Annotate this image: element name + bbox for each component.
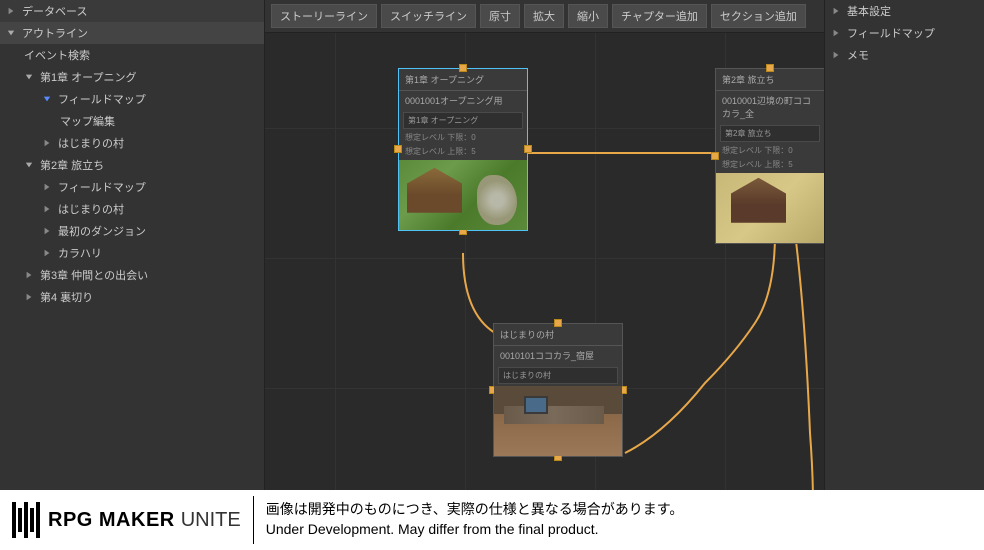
right-label: フィールドマップ (847, 25, 935, 41)
node-level-low: 想定レベル 下限：0 (716, 144, 824, 158)
sidebar-label: 最初のダンジョン (58, 223, 146, 239)
sidebar-label: 第1章 オープニング (40, 69, 137, 85)
node-canvas[interactable]: 第1章 オープニング 0001001オープニング用 第1章 オープニング 想定レ… (265, 33, 824, 490)
footer-logo: RPG MAKER UNITE (0, 502, 253, 538)
sidebar-label: マップ編集 (60, 113, 115, 129)
node-port-icon[interactable] (554, 319, 562, 327)
chevron-right-icon (42, 204, 52, 214)
node-title: 第1章 オープニング (399, 69, 527, 91)
right-label: メモ (847, 47, 869, 63)
sidebar-chapter-1[interactable]: 第1章 オープニング (0, 66, 264, 88)
logo-icon (12, 502, 40, 538)
sidebar-dungeon-1[interactable]: 最初のダンジョン (0, 220, 264, 242)
node-title: はじまりの村 (494, 324, 622, 346)
chevron-right-icon (24, 292, 34, 302)
node-village[interactable]: はじまりの村 0010101ココカラ_宿屋 はじまりの村 (493, 323, 623, 457)
sidebar-label: カラハリ (58, 245, 102, 261)
sidebar-label: 第2章 旅立ち (40, 157, 104, 173)
node-level-low: 想定レベル 下限：0 (399, 131, 527, 145)
node-port-icon[interactable] (459, 64, 467, 72)
storyline-button[interactable]: ストーリーライン (271, 4, 377, 28)
node-port-icon[interactable] (766, 64, 774, 72)
footer-note-en: Under Development. May differ from the f… (266, 520, 972, 540)
chevron-right-icon (42, 248, 52, 258)
zoom-in-button[interactable]: 拡大 (524, 4, 564, 28)
sidebar-label: イベント検索 (24, 47, 90, 63)
chevron-down-icon (42, 94, 52, 104)
chevron-right-icon (42, 182, 52, 192)
node-port-icon[interactable] (711, 152, 719, 160)
node-field[interactable]: 第1章 オープニング (403, 112, 523, 129)
node-thumbnail (494, 386, 622, 456)
original-size-button[interactable]: 原寸 (480, 4, 520, 28)
logo-text-sub: UNITE (181, 509, 241, 532)
node-chapter-1[interactable]: 第1章 オープニング 0001001オープニング用 第1章 オープニング 想定レ… (398, 68, 528, 231)
chevron-right-icon (831, 28, 841, 38)
chevron-right-icon (42, 138, 52, 148)
right-field-map[interactable]: フィールドマップ (825, 22, 984, 44)
logo-text-main: RPG MAKER (48, 509, 175, 532)
chevron-right-icon (42, 226, 52, 236)
node-title: 第2章 旅立ち (716, 69, 824, 91)
sidebar-label: アウトライン (22, 25, 88, 41)
node-port-icon[interactable] (524, 145, 532, 153)
chevron-right-icon (6, 6, 16, 16)
sidebar-village-2[interactable]: はじまりの村 (0, 198, 264, 220)
node-field[interactable]: はじまりの村 (498, 367, 618, 384)
sidebar-label: はじまりの村 (58, 135, 124, 151)
sidebar-label: 第3章 仲間との出会い (40, 267, 148, 283)
chevron-down-icon (24, 72, 34, 82)
sidebar-label: 第4 裏切り (40, 289, 93, 305)
sidebar-outline[interactable]: アウトライン (0, 22, 264, 44)
zoom-out-button[interactable]: 縮小 (568, 4, 608, 28)
sidebar-right: 基本設定 フィールドマップ メモ (824, 0, 984, 490)
sidebar-label: はじまりの村 (58, 201, 124, 217)
sidebar-fieldmap-2[interactable]: フィールドマップ (0, 176, 264, 198)
node-id: 0010001辺境の町ココカラ_全 (716, 91, 824, 123)
chevron-down-icon (24, 160, 34, 170)
sidebar-map-edit[interactable]: マップ編集 (0, 110, 264, 132)
sidebar-label: フィールドマップ (58, 91, 146, 107)
chevron-down-icon (6, 28, 16, 38)
footer-note-jp: 画像は開発中のものにつき、実際の仕様と異なる場合があります。 (266, 500, 972, 520)
node-thumbnail (716, 173, 824, 243)
sidebar-chapter-2[interactable]: 第2章 旅立ち (0, 154, 264, 176)
node-port-icon[interactable] (394, 145, 402, 153)
sidebar-chapter-3[interactable]: 第3章 仲間との出会い (0, 264, 264, 286)
right-label: 基本設定 (847, 3, 891, 19)
sidebar-event-search[interactable]: イベント検索 (0, 44, 264, 66)
footer-note: 画像は開発中のものにつき、実際の仕様と異なる場合があります。 Under Dev… (253, 496, 984, 543)
add-section-button[interactable]: セクション追加 (711, 4, 806, 28)
grid-line (335, 33, 336, 490)
node-chapter-2[interactable]: 第2章 旅立ち 0010001辺境の町ココカラ_全 第2章 旅立ち 想定レベル … (715, 68, 824, 244)
chevron-right-icon (831, 50, 841, 60)
sidebar-left: データベース アウトライン イベント検索 第1章 オープニング フィールドマップ… (0, 0, 265, 490)
node-level-high: 想定レベル 上限：5 (399, 145, 527, 159)
sidebar-label: フィールドマップ (58, 179, 146, 195)
grid-line (265, 258, 824, 259)
node-thumbnail (399, 160, 527, 230)
switchline-button[interactable]: スイッチライン (381, 4, 476, 28)
toolbar: ストーリーライン スイッチライン 原寸 拡大 縮小 チャプター追加 セクション追… (265, 0, 824, 33)
node-level-high: 想定レベル 上限：5 (716, 158, 824, 172)
sidebar-database[interactable]: データベース (0, 0, 264, 22)
sidebar-fieldmap-1[interactable]: フィールドマップ (0, 88, 264, 110)
add-chapter-button[interactable]: チャプター追加 (612, 4, 707, 28)
right-memo[interactable]: メモ (825, 44, 984, 66)
chevron-right-icon (831, 6, 841, 16)
main-area: ストーリーライン スイッチライン 原寸 拡大 縮小 チャプター追加 セクション追… (265, 0, 824, 490)
node-id: 0001001オープニング用 (399, 91, 527, 110)
chevron-right-icon (24, 270, 34, 280)
sidebar-chapter-4[interactable]: 第4 裏切り (0, 286, 264, 308)
node-id: 0010101ココカラ_宿屋 (494, 346, 622, 365)
footer-banner: RPG MAKER UNITE 画像は開発中のものにつき、実際の仕様と異なる場合… (0, 490, 984, 550)
node-field[interactable]: 第2章 旅立ち (720, 125, 820, 142)
sidebar-village-1[interactable]: はじまりの村 (0, 132, 264, 154)
right-basic-settings[interactable]: 基本設定 (825, 0, 984, 22)
sidebar-label: データベース (22, 3, 87, 19)
sidebar-kalahari[interactable]: カラハリ (0, 242, 264, 264)
